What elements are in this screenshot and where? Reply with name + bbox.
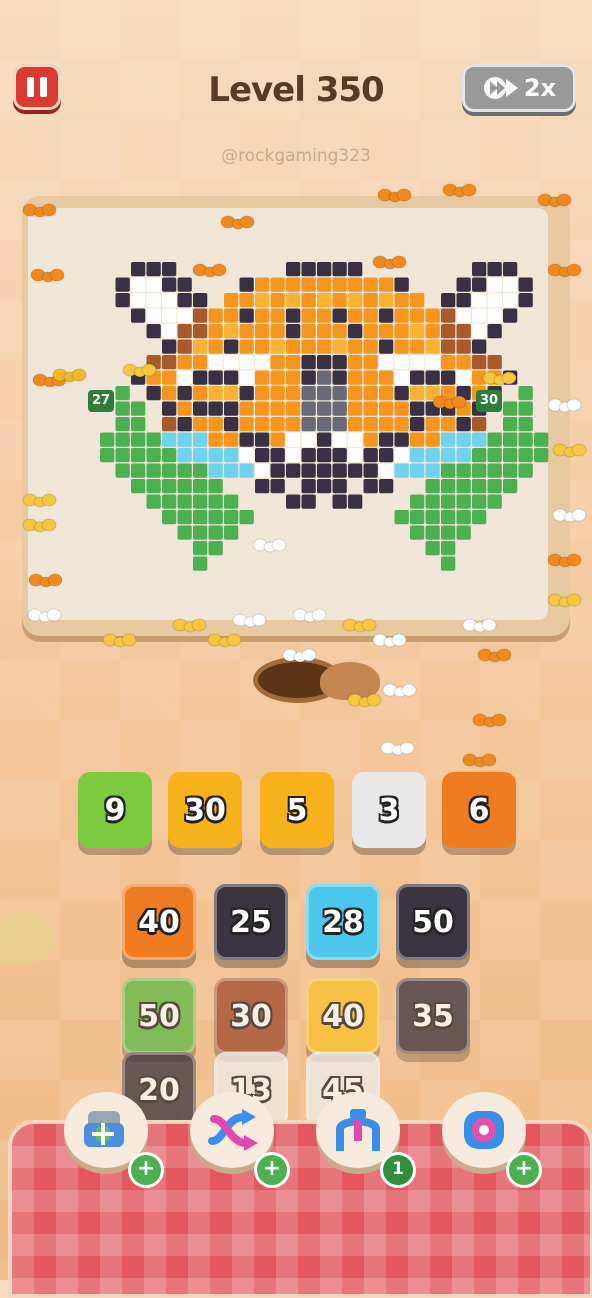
queue-tile-value: 5 (286, 792, 308, 828)
queue-tile-value: 3 (378, 792, 400, 828)
ant-icon (432, 395, 467, 410)
magnet-claw-icon (336, 1109, 380, 1151)
ant-icon (28, 573, 63, 588)
grid-tile[interactable]: 30 (214, 978, 288, 1054)
ant-icon (22, 518, 57, 533)
ant-icon (27, 608, 62, 623)
ant-icon (552, 443, 587, 458)
ant-icon (52, 368, 87, 383)
ant-icon (547, 398, 582, 413)
ant-icon (252, 538, 287, 553)
ant-icon (462, 753, 497, 768)
queue-tile: 6 (442, 772, 516, 848)
ant-icon (382, 683, 417, 698)
ant-icon (342, 618, 377, 633)
ant-icon (552, 508, 587, 523)
queue-tile: 3 (352, 772, 426, 848)
ant-icon (347, 693, 382, 708)
ant-icon (380, 741, 415, 756)
ant-icon (547, 553, 582, 568)
grid-tile[interactable]: 28 (306, 884, 380, 960)
queue-tile-value: 6 (468, 792, 490, 828)
ant-icon (282, 648, 317, 663)
ant-icon (472, 713, 507, 728)
grid-tile[interactable]: 50 (122, 978, 196, 1054)
ants-layer (22, 183, 587, 768)
ant-icon (102, 633, 137, 648)
grid-tile-value: 25 (230, 904, 272, 940)
powerup-donut-badge: + (506, 1152, 542, 1188)
powerup-add-tray-badge: + (128, 1152, 164, 1188)
ant-icon (22, 203, 57, 218)
ant-icon (30, 268, 65, 283)
grid-tile[interactable]: 40 (122, 884, 196, 960)
queue-tile: 9 (78, 772, 152, 848)
queue-tile-value: 9 (104, 792, 126, 828)
grid-tile[interactable]: 25 (214, 884, 288, 960)
ant-icon (292, 608, 327, 623)
ant-icon (482, 371, 517, 386)
ant-icon (172, 618, 207, 633)
grid-tile-value: 20 (138, 1072, 180, 1108)
ant-icon (207, 633, 242, 648)
ant-icon (220, 215, 255, 230)
donut-icon (464, 1111, 504, 1149)
ant-icon (477, 648, 512, 663)
grid-tile-value: 40 (322, 998, 364, 1034)
ant-icon (122, 363, 157, 378)
grid-tile[interactable]: 50 (396, 884, 470, 960)
grid-tile[interactable]: 40 (306, 978, 380, 1054)
ant-icon (192, 263, 227, 278)
grid-tile-value: 35 (412, 998, 454, 1034)
queue-tile: 5 (260, 772, 334, 848)
powerup-magnet-count: 1 (380, 1152, 416, 1188)
add-tray-icon (84, 1111, 124, 1147)
ant-icon (22, 493, 57, 508)
grid-tile-value: 30 (230, 998, 272, 1034)
ant-icon (442, 183, 477, 198)
grid-tile-value: 28 (322, 904, 364, 940)
powerup-shuffle-badge: + (254, 1152, 290, 1188)
shuffle-arrows-icon (208, 1109, 258, 1151)
grid-tile-value: 50 (138, 998, 180, 1034)
ant-icon (547, 263, 582, 278)
grid-tile-value: 40 (138, 904, 180, 940)
queue-tile: 30 (168, 772, 242, 848)
ant-icon (232, 613, 267, 628)
ant-icon (547, 593, 582, 608)
ant-icon (377, 188, 412, 203)
ant-icon (372, 255, 407, 270)
grid-tile[interactable]: 35 (396, 978, 470, 1054)
ant-icon (537, 193, 572, 208)
grid-tile-value: 50 (412, 904, 454, 940)
ant-icon (462, 618, 497, 633)
ant-icon (372, 633, 407, 648)
queue-tile-value: 30 (184, 792, 226, 828)
